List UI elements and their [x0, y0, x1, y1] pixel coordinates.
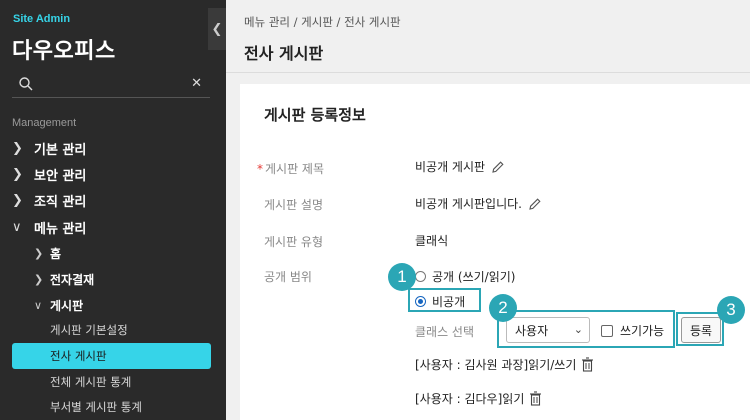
page-title: 전사 게시판	[244, 44, 324, 63]
sidebar-subitem-home[interactable]: ❯ 홈	[34, 242, 61, 264]
sidebar-collapse-button[interactable]: ❮	[208, 8, 226, 50]
chevron-right-icon: ❯	[34, 272, 44, 286]
class-select-label: 클래스 선택	[415, 325, 475, 339]
sidebar-item-organization[interactable]: ❯ 조직 관리	[12, 189, 86, 211]
permission-item: [사용자 : 김사원 과장]읽기/쓰기	[415, 356, 594, 373]
board-type-value: 클래식	[415, 234, 449, 248]
site-admin-label: Site Admin	[13, 13, 71, 25]
sidebar-leaf-board-settings[interactable]: 게시판 기본설정	[50, 319, 128, 341]
sidebar-item-menu[interactable]: ∨ 메뉴 관리	[12, 216, 86, 238]
scope-option-public[interactable]: 공개 (쓰기/읽기)	[415, 268, 515, 285]
sidebar-leaf-all-board-stats[interactable]: 전체 게시판 통계	[50, 371, 131, 393]
chevron-right-icon: ❯	[12, 166, 23, 182]
search-input[interactable]	[40, 75, 180, 95]
sidebar-search: ✕	[12, 72, 210, 98]
permission-item: [사용자 : 김다우]읽기	[415, 390, 542, 407]
board-desc-value: 비공개 게시판입니다.	[415, 195, 542, 212]
board-name-value: 비공개 게시판	[415, 158, 505, 175]
chevron-right-icon: ❯	[12, 140, 23, 156]
scope-label: 공개 범위	[264, 270, 312, 284]
highlight-box-1	[408, 288, 481, 312]
sidebar: Site Admin 다우오피스 ❮ ✕ Management ❯ 기본 관리 …	[0, 0, 226, 420]
required-mark: *	[257, 162, 263, 176]
annotation-badge-1: 1	[388, 263, 416, 291]
highlight-box-2	[497, 310, 675, 348]
permission-text: [사용자 : 김사원 과장]읽기/쓰기	[415, 358, 577, 372]
search-icon	[19, 77, 33, 91]
sidebar-item-label: 조직 관리	[34, 194, 87, 210]
board-type-label: 게시판 유형	[264, 235, 324, 249]
sidebar-leaf-company-board[interactable]: 전사 게시판	[12, 343, 211, 369]
trash-icon[interactable]	[581, 357, 594, 372]
sidebar-item-basic[interactable]: ❯ 기본 관리	[12, 137, 86, 159]
section-label-management: Management	[12, 117, 77, 129]
close-icon[interactable]: ✕	[191, 76, 202, 91]
sidebar-subitem-label: 전자결재	[50, 272, 95, 287]
chevron-down-icon: ∨	[12, 219, 22, 235]
chevron-down-icon: ∨	[34, 298, 43, 312]
header-divider	[226, 72, 750, 73]
sidebar-leaf-dept-board-stats[interactable]: 부서별 게시판 통계	[50, 396, 142, 418]
sidebar-subitem-approval[interactable]: ❯ 전자결재	[34, 268, 94, 290]
chevron-right-icon: ❯	[34, 246, 44, 260]
annotation-badge-3: 3	[717, 296, 745, 324]
sidebar-item-security[interactable]: ❯ 보안 관리	[12, 163, 86, 185]
sidebar-item-label: 보안 관리	[34, 168, 87, 184]
trash-icon[interactable]	[529, 391, 542, 406]
sidebar-subitem-board[interactable]: ∨ 게시판	[34, 294, 83, 316]
board-desc-text: 비공개 게시판입니다.	[415, 197, 522, 211]
board-name-label-text: 게시판 제목	[265, 162, 325, 176]
pencil-icon[interactable]	[491, 160, 505, 174]
pencil-icon[interactable]	[528, 197, 542, 211]
chevron-left-icon: ❮	[211, 21, 223, 37]
sidebar-subitem-label: 홈	[50, 246, 62, 261]
board-desc-label: 게시판 설명	[264, 198, 324, 212]
sidebar-item-label: 기본 관리	[34, 142, 87, 158]
radio-public[interactable]	[415, 271, 426, 282]
chevron-right-icon: ❯	[12, 192, 23, 208]
section-title: 게시판 등록정보	[264, 106, 366, 124]
annotation-badge-2: 2	[489, 294, 517, 322]
sidebar-subitem-label: 게시판	[50, 298, 84, 313]
scope-option-public-label: 공개 (쓰기/읽기)	[432, 270, 516, 284]
sidebar-item-label: 메뉴 관리	[34, 221, 87, 237]
highlight-box-3	[676, 312, 724, 346]
board-name-label: * 게시판 제목	[257, 160, 324, 177]
board-name-text: 비공개 게시판	[415, 160, 486, 174]
brand-logo[interactable]: 다우오피스	[12, 33, 116, 65]
breadcrumb: 메뉴 관리 / 게시판 / 전사 게시판	[244, 15, 401, 29]
permission-text: [사용자 : 김다우]읽기	[415, 392, 525, 406]
